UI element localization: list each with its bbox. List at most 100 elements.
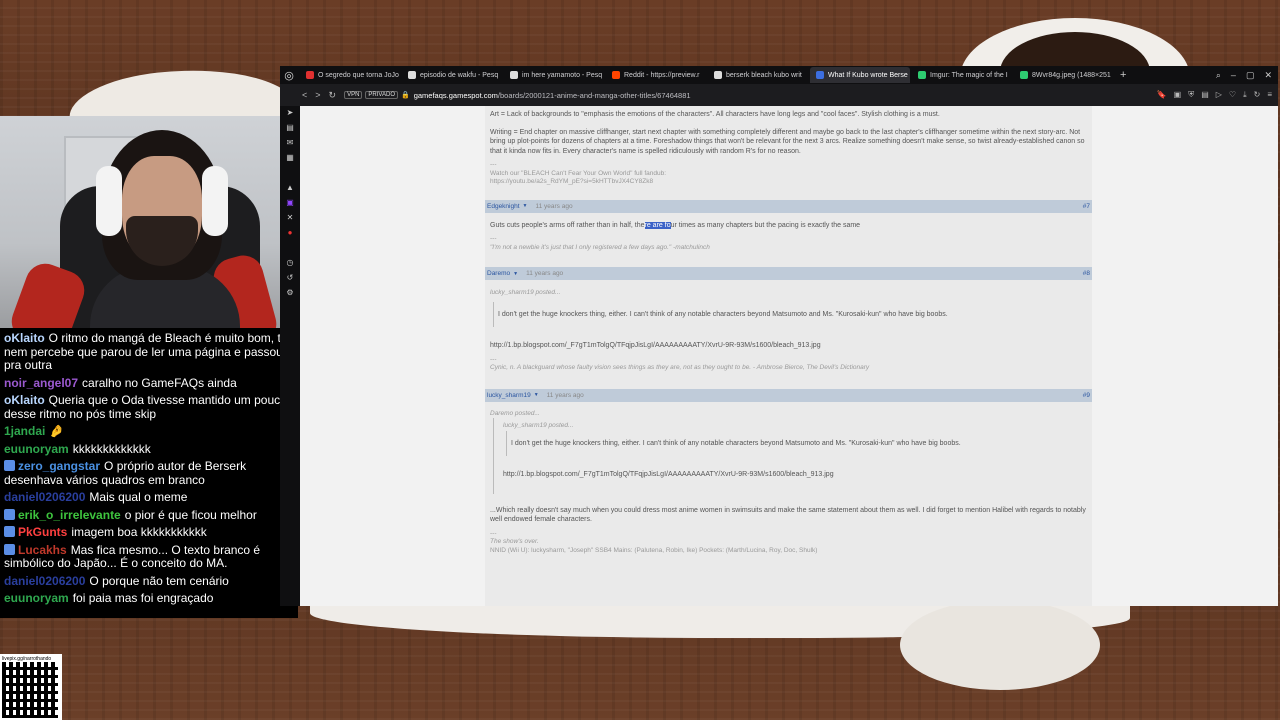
chat-text: Mais qual o meme: [89, 490, 188, 504]
chat-message: oKlaito O ritmo do mangá de Bleach é muit…: [4, 331, 294, 373]
browser-logo-icon[interactable]: ◎: [280, 66, 298, 84]
browser-tab[interactable]: Imgur: The magic of the I: [912, 67, 1012, 83]
chat-username[interactable]: Lucakhs: [18, 543, 67, 557]
search-icon[interactable]: ⌕: [1216, 70, 1221, 81]
tab-title: im here yamamoto - Pesq: [522, 71, 603, 79]
chat-username[interactable]: daniel0206200: [4, 490, 85, 504]
tab-list: O segredo que torna JoJo episodio de wakf…: [298, 67, 1114, 83]
chat-username[interactable]: zero_gangstar: [18, 459, 100, 473]
chat-username[interactable]: erik_o_irrelevante: [18, 508, 121, 522]
chat-message: daniel0206200 O porque não tem cenário: [4, 574, 294, 589]
browser-tab[interactable]: Reddit - https://preview.r: [606, 67, 706, 83]
browser-tab[interactable]: 8Wvr84g.jpeg (1488×251: [1014, 67, 1114, 83]
chat-text: Queria que o Oda tivesse mantido um pouc…: [4, 393, 287, 421]
shield-icon[interactable]: ⛨: [1188, 90, 1194, 100]
aria-icon[interactable]: ▲: [285, 183, 295, 193]
headset-right-icon: [202, 166, 228, 236]
quote-link[interactable]: http://1.bp.blogspot.com/_F7gT1mTolgQ/TF…: [498, 470, 1092, 480]
chat-message: daniel0206200 Mais qual o meme: [4, 490, 294, 505]
browser-tab[interactable]: berserk bleach kubo writ: [708, 67, 808, 83]
private-badge: PRIVADO: [365, 91, 398, 99]
subscriber-badge-icon: [4, 543, 15, 555]
browser-tab[interactable]: O segredo que torna JoJo: [300, 67, 400, 83]
new-tab-button[interactable]: +: [1120, 69, 1126, 81]
tab-favicon-icon: [612, 71, 620, 79]
tab-favicon-icon: [918, 71, 926, 79]
post-number[interactable]: #9: [1083, 392, 1090, 399]
screenshot-icon[interactable]: ▣: [1174, 90, 1182, 100]
tab-title: Reddit - https://preview.r: [624, 71, 700, 79]
webcam-feed: [0, 116, 280, 328]
url-domain: gamefaqs.gamespot.com: [413, 90, 498, 100]
chat-username[interactable]: euunoryam: [4, 591, 69, 605]
wallet-icon[interactable]: ▤: [1201, 90, 1209, 100]
chat-username[interactable]: noir_angel07: [4, 376, 78, 390]
page-content: Art = Lack of backgrounds to "emphasis t…: [300, 106, 1278, 606]
quote-block: I don't get the huge knockers thing, eit…: [493, 301, 1092, 327]
chat-username[interactable]: oKlaito: [4, 393, 45, 407]
chat-message: noir_angel07 caralho no GameFAQs ainda: [4, 376, 294, 391]
calendar-icon[interactable]: ▦: [285, 153, 295, 163]
back-icon[interactable]: <: [302, 90, 307, 100]
user-menu-icon[interactable]: ▼: [513, 271, 518, 277]
maximize-icon[interactable]: ▢: [1246, 70, 1255, 81]
youtube-icon[interactable]: ●: [285, 228, 295, 238]
x-icon[interactable]: ✕: [285, 213, 295, 223]
chat-username[interactable]: euunoryam: [4, 442, 69, 456]
arrow-icon[interactable]: ➤: [285, 108, 295, 118]
play-icon[interactable]: ▷: [1216, 90, 1222, 100]
post-body-b: ur times as many chapters but the pacing…: [670, 221, 861, 229]
divider: [285, 168, 295, 178]
messenger-icon[interactable]: ✉: [285, 138, 295, 148]
chat-username[interactable]: PkGunts: [18, 525, 67, 539]
browser-window: ◎ O segredo que torna JoJo episodio de wa…: [280, 66, 1278, 606]
message-thread: Art = Lack of backgrounds to "emphasis t…: [485, 106, 1092, 606]
reload-icon[interactable]: ↻: [329, 90, 337, 101]
heart-icon[interactable]: ♡: [1229, 90, 1236, 100]
chat-username[interactable]: 1jandai: [4, 424, 45, 438]
quote-text: I don't get the huge knockers thing, eit…: [498, 310, 948, 318]
tab-title: Imgur: The magic of the I: [930, 71, 1008, 79]
minimize-icon[interactable]: –: [1231, 70, 1236, 81]
close-icon[interactable]: ✕: [1264, 70, 1272, 81]
sig-fandub-link[interactable]: https://youtu.be/a2s_RdYM_pE?si=5kHTTbvJ…: [485, 178, 1092, 187]
qr-code: livepix.gg/narrothando: [0, 654, 62, 720]
download-icon[interactable]: ⤓: [1243, 90, 1247, 100]
post-number[interactable]: #7: [1083, 203, 1090, 210]
chat-username[interactable]: daniel0206200: [4, 574, 85, 588]
wallet-sidebar-icon[interactable]: ▤: [285, 123, 295, 133]
refresh-icon[interactable]: ↻: [1254, 90, 1261, 100]
browser-tab[interactable]: episodio de wakfu - Pesq: [402, 67, 502, 83]
sig-dash: ---: [490, 529, 497, 537]
browser-tab[interactable]: im here yamamoto - Pesq: [504, 67, 604, 83]
nested-quote-text: I don't get the huge knockers thing, eit…: [511, 439, 961, 447]
post-art-line: Art = Lack of backgrounds to "emphasis t…: [490, 111, 940, 118]
twitch-icon[interactable]: ▣: [285, 198, 295, 208]
post-body-a: Guts cuts people's arms off rather than …: [490, 221, 645, 229]
post-number[interactable]: #8: [1083, 270, 1090, 277]
chat-message: zero_gangstar O próprio autor de Berserk …: [4, 459, 294, 487]
post-header: Daremo ▼ 11 years ago #8: [485, 267, 1092, 280]
post-username[interactable]: Edgeknight: [487, 203, 520, 210]
settings-icon[interactable]: ⚙: [285, 288, 295, 298]
tab-title: episodio de wakfu - Pesq: [420, 71, 499, 79]
chat-text: foi paia mas foi engraçado: [72, 591, 214, 605]
clock-icon[interactable]: ◷: [285, 258, 295, 268]
post-username[interactable]: lucky_sharm19: [487, 392, 531, 399]
forward-icon[interactable]: >: [315, 90, 320, 100]
chat-text: 🤌: [49, 424, 65, 438]
history-icon[interactable]: ↺: [285, 273, 295, 283]
user-menu-icon[interactable]: ▼: [523, 203, 528, 209]
user-menu-icon[interactable]: ▼: [534, 392, 539, 398]
chat-text: o pior é que ficou melhor: [124, 507, 257, 522]
browser-tab[interactable]: What If Kubo wrote Berse: [810, 67, 910, 83]
bookmark-icon[interactable]: 🔖: [1157, 90, 1167, 100]
vpn-badge[interactable]: VPN: [344, 91, 363, 99]
url-field[interactable]: gamefaqs.gamespot.com/boards/2000121-ani…: [414, 91, 691, 100]
post-body: Guts cuts people's arms off rather than …: [485, 221, 1092, 231]
chat-username[interactable]: oKlaito: [4, 331, 45, 345]
post-username[interactable]: Daremo: [487, 270, 510, 277]
post-link[interactable]: http://1.bp.blogspot.com/_F7gT1mTolgQ/TF…: [485, 341, 1092, 351]
menu-icon[interactable]: ≡: [1267, 90, 1272, 100]
tab-favicon-icon: [816, 71, 824, 79]
